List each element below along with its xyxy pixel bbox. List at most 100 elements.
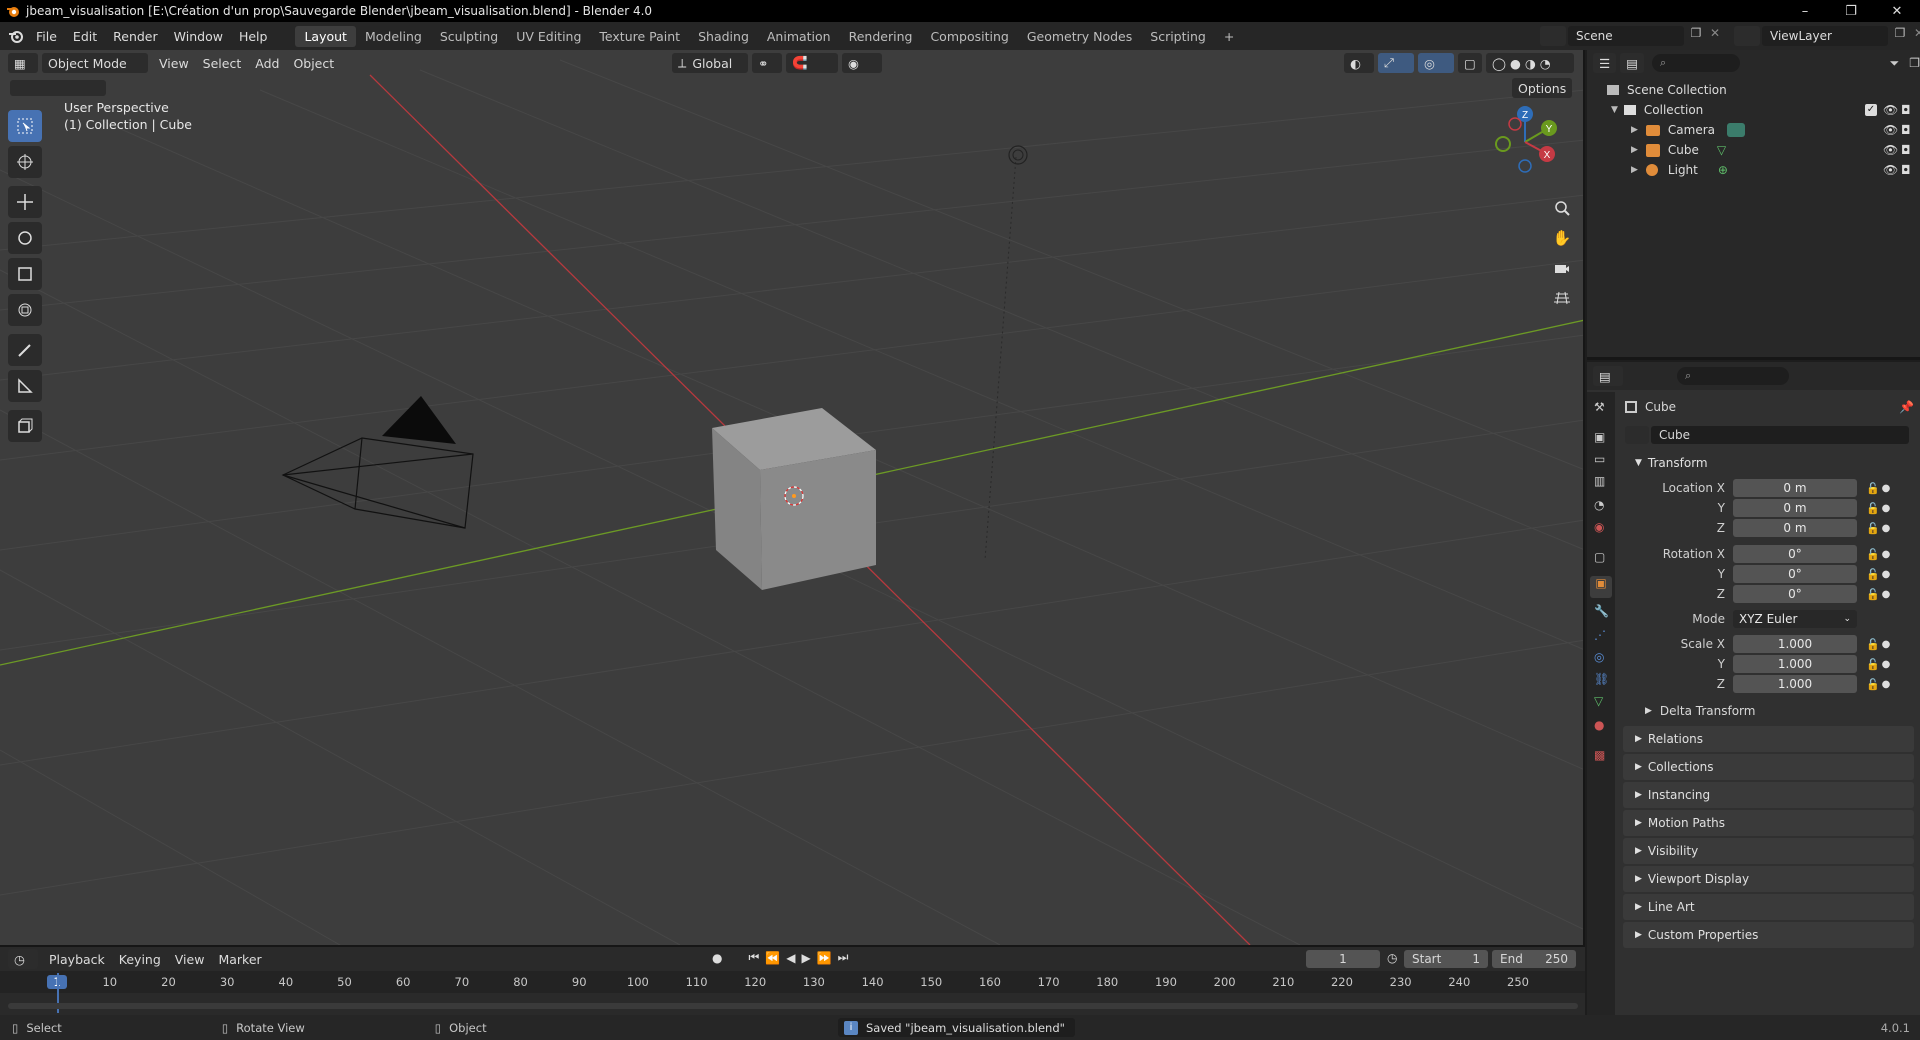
lock-icon[interactable]: 🔓 xyxy=(1865,588,1881,601)
add-cube-icon[interactable] xyxy=(8,410,42,442)
render-camera-icon[interactable]: ◘ xyxy=(1901,143,1911,157)
scene-name-field[interactable]: Scene xyxy=(1568,26,1684,46)
menu-add[interactable]: Add xyxy=(248,56,286,71)
ortho-grid-icon[interactable] xyxy=(1549,285,1575,311)
jump-end-icon[interactable]: ⏭ xyxy=(838,950,849,965)
keyframe-dot-icon[interactable]: ● xyxy=(1881,523,1891,534)
menu-view[interactable]: View xyxy=(152,56,196,71)
expand-arrow-icon[interactable]: ▶ xyxy=(1631,145,1638,155)
particles-tab-icon[interactable]: ⋰ xyxy=(1594,628,1606,642)
motion-paths-panel-header[interactable]: ▶ Motion Paths xyxy=(1623,810,1914,836)
lock-icon[interactable]: 🔓 xyxy=(1865,522,1881,535)
world-tab-icon[interactable]: ◉ xyxy=(1594,520,1604,534)
delete-scene-button[interactable]: ✕ xyxy=(1706,26,1724,46)
pan-hand-icon[interactable]: ✋ xyxy=(1549,225,1575,251)
expand-arrow-icon[interactable]: ▶ xyxy=(1631,125,1638,135)
shading-modes-icon[interactable]: ◯ ● ◑ ◔ xyxy=(1486,53,1574,73)
constraints-tab-icon[interactable]: ⛓ xyxy=(1594,672,1609,686)
delete-view-layer-button[interactable]: ✕ xyxy=(1910,26,1920,46)
keyframe-dot-icon[interactable]: ● xyxy=(1881,549,1891,560)
collection-row[interactable]: ▼ Collection ✓ 👁 ◘ xyxy=(1611,100,1911,120)
lock-icon[interactable]: 🔓 xyxy=(1865,482,1881,495)
location-z-field[interactable]: 0 m xyxy=(1733,519,1857,537)
mode-dropdown[interactable]: Object Mode xyxy=(42,53,148,73)
tab-texture-paint[interactable]: Texture Paint xyxy=(590,26,689,47)
options-button[interactable]: Options xyxy=(1512,78,1573,98)
lock-icon[interactable]: 🔓 xyxy=(1865,502,1881,515)
outliner-search-input[interactable]: ⌕ xyxy=(1652,54,1740,72)
keyframe-dot-icon[interactable]: ● xyxy=(1881,569,1891,580)
keyframe-dot-icon[interactable]: ● xyxy=(1881,589,1891,600)
new-scene-button[interactable]: ❐ xyxy=(1686,26,1706,46)
proportional-edit-icon[interactable]: ◉ xyxy=(842,53,882,73)
timeline-scrollbar[interactable] xyxy=(8,1003,1578,1009)
view-layer-tab-icon[interactable]: ▥ xyxy=(1594,474,1605,488)
material-tab-icon[interactable]: ● xyxy=(1594,718,1604,732)
jump-start-icon[interactable]: ⏮ xyxy=(748,950,759,965)
frame-ruler[interactable]: 1102030405060708090100110120130140150160… xyxy=(0,971,1585,993)
view-layer-icon[interactable] xyxy=(1734,26,1760,46)
move-icon[interactable] xyxy=(8,186,42,218)
cursor-icon[interactable] xyxy=(8,146,42,178)
blender-menu-icon[interactable] xyxy=(8,28,24,44)
scale-y-field[interactable]: 1.000 xyxy=(1733,655,1857,673)
menu-help[interactable]: Help xyxy=(231,29,276,44)
display-mode-icon[interactable]: ▤ xyxy=(1620,53,1645,73)
cube-object[interactable] xyxy=(712,408,876,590)
menu-select[interactable]: Select xyxy=(196,56,249,71)
minimize-button[interactable]: – xyxy=(1782,0,1828,22)
new-collection-icon[interactable]: ❐ xyxy=(1909,56,1920,70)
clock-icon[interactable]: ◷ xyxy=(1387,951,1397,965)
start-frame-field[interactable]: Start 1 xyxy=(1404,950,1488,968)
tab-compositing[interactable]: Compositing xyxy=(921,26,1017,47)
lock-icon[interactable]: 🔓 xyxy=(1865,658,1881,671)
play-icon[interactable]: ▶ xyxy=(801,951,810,965)
render-camera-icon[interactable]: ◘ xyxy=(1901,163,1911,177)
gizmo-toggle-icon[interactable]: ⤢ xyxy=(1378,53,1414,73)
camera-data-icon[interactable] xyxy=(1727,123,1746,137)
add-workspace-button[interactable]: + xyxy=(1215,26,1243,47)
play-reverse-icon[interactable]: ◀ xyxy=(786,951,795,965)
eye-icon[interactable]: 👁 xyxy=(1883,123,1898,137)
mesh-data-icon[interactable]: ▽ xyxy=(1717,143,1726,157)
output-tab-icon[interactable]: ▭ xyxy=(1594,452,1605,466)
collection-tab-icon[interactable]: ▢ xyxy=(1594,550,1605,564)
scene-icon[interactable] xyxy=(1540,26,1566,46)
custom-properties-panel-header[interactable]: ▶ Custom Properties xyxy=(1623,922,1914,948)
tab-shading[interactable]: Shading xyxy=(689,26,758,47)
eye-icon[interactable]: 👁 xyxy=(1883,163,1898,177)
relations-panel-header[interactable]: ▶ Relations xyxy=(1623,726,1914,752)
navigation-gizmo[interactable]: Z Y X xyxy=(1485,102,1565,182)
measure-icon[interactable] xyxy=(8,370,42,402)
collections-panel-header[interactable]: ▶ Collections xyxy=(1623,754,1914,780)
viewport-scene[interactable] xyxy=(0,50,1585,945)
properties-editor-icon[interactable]: ▤ xyxy=(1593,366,1623,386)
transform-panel-header[interactable]: ▼ Transform xyxy=(1623,450,1914,476)
light-object[interactable] xyxy=(1008,145,1028,165)
tab-layout[interactable]: Layout xyxy=(295,25,356,47)
menu-keying[interactable]: Keying xyxy=(112,952,168,967)
tab-uv-editing[interactable]: UV Editing xyxy=(507,26,590,47)
visibility-icon[interactable]: ◐ xyxy=(1344,53,1374,73)
xray-icon[interactable]: ▢ xyxy=(1458,53,1482,73)
data-tab-icon[interactable]: ▽ xyxy=(1594,694,1603,708)
rotation-y-field[interactable]: 0° xyxy=(1733,565,1857,583)
tab-geometry-nodes[interactable]: Geometry Nodes xyxy=(1018,26,1141,47)
lock-icon[interactable]: 🔓 xyxy=(1865,678,1881,691)
orientation-dropdown[interactable]: ⟂ Global xyxy=(672,53,748,73)
delta-transform-header[interactable]: ▶ Delta Transform xyxy=(1617,698,1920,724)
select-box-icon[interactable] xyxy=(8,110,42,142)
next-keyframe-icon[interactable]: ⏩ xyxy=(817,951,832,965)
zoom-icon[interactable] xyxy=(1549,195,1575,221)
scale-icon[interactable] xyxy=(8,258,42,290)
object-tab-icon[interactable]: ▣ xyxy=(1590,576,1612,598)
scale-x-field[interactable]: 1.000 xyxy=(1733,635,1857,653)
3d-viewport[interactable]: ▦ Object Mode View Select Add Object ⟂ Gl… xyxy=(0,50,1585,945)
rotate-icon[interactable] xyxy=(8,222,42,254)
tool-tab-icon[interactable]: ⚒ xyxy=(1594,400,1605,414)
rotation-z-field[interactable]: 0° xyxy=(1733,585,1857,603)
keyframe-dot-icon[interactable]: ● xyxy=(1881,679,1891,690)
filter-icon[interactable]: ⏷ xyxy=(1890,56,1900,71)
transform-icon[interactable] xyxy=(8,294,42,326)
menu-window[interactable]: Window xyxy=(166,29,231,44)
